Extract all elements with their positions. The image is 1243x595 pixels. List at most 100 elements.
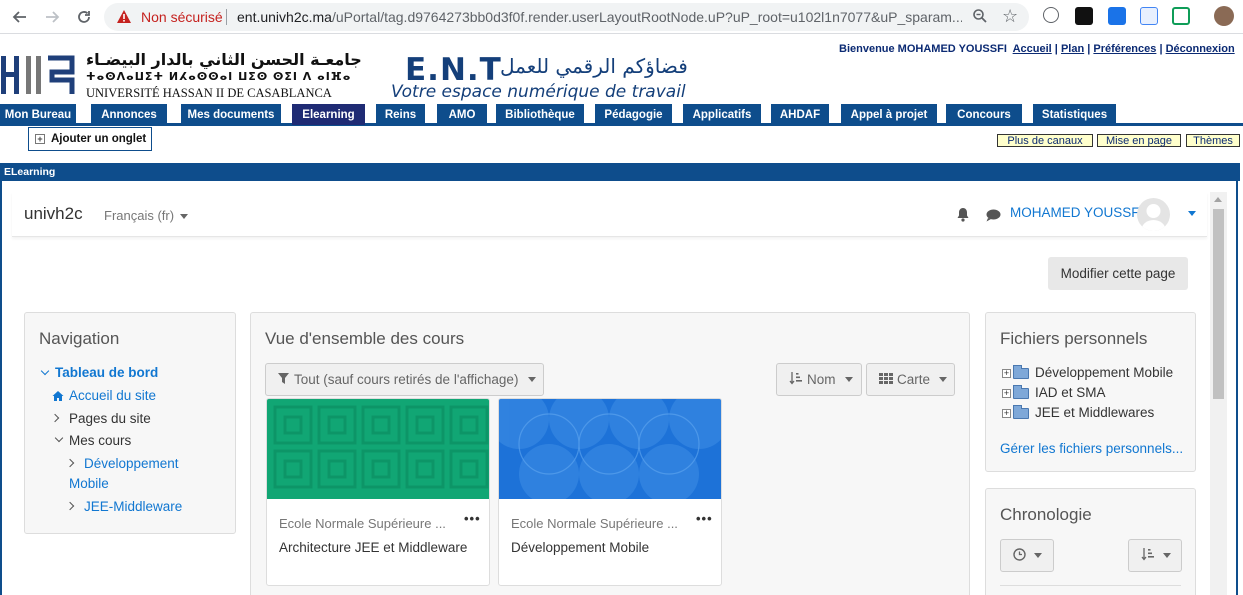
tab-bibliotheque[interactable]: Bibliothèque: [496, 104, 584, 125]
extension-doc-icon[interactable]: [1140, 7, 1158, 25]
extension-blue-icon[interactable]: [1108, 7, 1126, 25]
add-tab-button[interactable]: + Ajouter un onglet: [28, 127, 152, 151]
home-icon: [52, 389, 64, 407]
course-image[interactable]: [267, 399, 490, 499]
folder-icon: [1013, 384, 1029, 399]
file-folder-item[interactable]: + Développement Mobile: [1002, 364, 1173, 380]
scroll-thumb[interactable]: [1213, 209, 1224, 399]
welcome-bar: Bienvenue MOHAMED YOUSSFI Accueil | Plan…: [839, 43, 1235, 55]
tab-elearning[interactable]: Elearning: [292, 104, 365, 125]
more-channels-button[interactable]: Plus de canaux: [997, 134, 1093, 147]
bell-icon[interactable]: [956, 207, 970, 227]
view-dropdown[interactable]: Carte: [866, 363, 955, 396]
sort-icon: [1141, 547, 1155, 564]
sort-dropdown[interactable]: Nom: [776, 363, 862, 396]
scrollbar[interactable]: [1210, 192, 1227, 595]
navigation-title: Navigation: [39, 329, 120, 348]
clock-icon: [1013, 547, 1026, 564]
portal-tabs: Mon Bureau Annonces Mes documents Elearn…: [0, 104, 1243, 126]
user-name[interactable]: MOHAMED YOUSSFI: [1010, 205, 1143, 220]
course-filter-dropdown[interactable]: Tout (sauf cours retirés de l'affichage): [265, 363, 544, 396]
nav-my-courses[interactable]: Mes cours: [69, 433, 131, 448]
modify-page-button[interactable]: Modifier cette page: [1048, 257, 1188, 290]
tab-appel-a-projet[interactable]: Appel à projet: [841, 104, 937, 125]
link-accueil[interactable]: Accueil: [1013, 43, 1052, 55]
caret-down-icon: [844, 377, 853, 382]
nav-course-dev-mobile[interactable]: Développement: [84, 456, 179, 471]
tab-applicatifs[interactable]: Applicatifs: [683, 104, 761, 125]
security-label[interactable]: Non sécurisé: [141, 9, 223, 25]
course-title[interactable]: Architecture JEE et Middleware: [279, 538, 469, 558]
elearning-portlet: univh2c Français ‎(fr)‎ MOHAMED YOUSSFI …: [0, 181, 1238, 595]
language-selector[interactable]: Français ‎(fr)‎: [104, 208, 189, 223]
reload-icon[interactable]: [74, 7, 94, 27]
extension-circle-icon[interactable]: [1043, 7, 1059, 23]
user-menu-caret-icon[interactable]: [1188, 211, 1196, 216]
chevron-right-icon[interactable]: [65, 501, 75, 511]
browser-toolbar: Non sécurisé ent.univh2c.ma/uPortal/tag.…: [0, 0, 1243, 34]
navigation-block: Navigation Tableau de bord Accueil du si…: [24, 312, 236, 534]
bookmark-star-icon[interactable]: ☆: [1002, 6, 1018, 27]
tab-mon-bureau[interactable]: Mon Bureau: [0, 104, 76, 125]
forward-icon[interactable]: [42, 7, 62, 27]
manage-files-link[interactable]: Gérer les fichiers personnels...: [1000, 441, 1183, 456]
more-options-icon[interactable]: •••: [464, 511, 481, 526]
nav-course-dev-mobile-cont[interactable]: Mobile: [69, 476, 109, 491]
tab-statistiques[interactable]: Statistiques: [1033, 104, 1116, 125]
timeline-title: Chronologie: [1000, 505, 1092, 524]
tab-amo[interactable]: AMO: [437, 104, 487, 125]
file-folder-item[interactable]: + IAD et SMA: [1002, 384, 1106, 400]
chevron-right-icon[interactable]: [50, 413, 60, 423]
more-options-icon[interactable]: •••: [696, 511, 713, 526]
address-bar[interactable]: Non sécurisé ent.univh2c.ma/uPortal/tag.…: [104, 3, 1029, 31]
timeline-sort-dropdown[interactable]: [1128, 539, 1182, 572]
url-text[interactable]: ent.univh2c.ma/uPortal/tag.d9764273bb0d3…: [237, 9, 962, 25]
extension-dark-icon[interactable]: [1075, 7, 1093, 25]
scroll-up-icon[interactable]: [1214, 197, 1222, 202]
tab-ahdaf[interactable]: AHDAF: [771, 104, 829, 125]
folder-icon: [1013, 364, 1029, 379]
link-logout[interactable]: Déconnexion: [1166, 43, 1235, 55]
nav-site-pages[interactable]: Pages du site: [69, 411, 151, 426]
themes-button[interactable]: Thèmes: [1186, 134, 1240, 147]
timeline-divider: [1000, 585, 1181, 586]
welcome-text: Bienvenue MOHAMED YOUSSFI: [839, 43, 1007, 55]
nav-site-home[interactable]: Accueil du site: [69, 388, 156, 403]
course-card[interactable]: Ecole Normale Supérieure ... ••• Archite…: [266, 398, 490, 586]
site-brand[interactable]: univh2c: [24, 204, 83, 224]
extension-green-icon[interactable]: [1172, 7, 1190, 25]
uh2c-logo: [0, 52, 80, 105]
user-avatar[interactable]: [1137, 198, 1170, 231]
link-plan[interactable]: Plan: [1061, 43, 1084, 55]
plus-icon: +: [35, 134, 45, 144]
file-folder-item[interactable]: + JEE et Middlewares: [1002, 404, 1154, 420]
chevron-down-icon[interactable]: [54, 433, 64, 443]
link-preferences[interactable]: Préférences: [1093, 43, 1156, 55]
course-category: Ecole Normale Supérieure ...: [511, 516, 678, 531]
expand-icon[interactable]: +: [1002, 388, 1011, 398]
chevron-right-icon[interactable]: [65, 458, 75, 468]
back-icon[interactable]: [10, 7, 30, 27]
tab-pedagogie[interactable]: Pédagogie: [595, 104, 672, 125]
course-card[interactable]: Ecole Normale Supérieure ... ••• Dévelop…: [498, 398, 722, 586]
filter-icon: [278, 372, 289, 387]
course-title[interactable]: Développement Mobile: [511, 538, 701, 558]
caret-down-icon: [939, 377, 948, 382]
tab-concours[interactable]: Concours: [946, 104, 1022, 125]
course-image[interactable]: [499, 399, 722, 499]
nav-dashboard[interactable]: Tableau de bord: [55, 365, 158, 380]
expand-icon[interactable]: +: [1002, 368, 1011, 378]
tab-annonces[interactable]: Annonces: [91, 104, 167, 125]
zoom-icon[interactable]: [972, 8, 988, 29]
nav-course-jee[interactable]: JEE-Middleware: [84, 499, 182, 514]
chevron-down-icon[interactable]: [40, 366, 50, 376]
timeline-filter-dropdown[interactable]: [1000, 539, 1054, 572]
moodle-navbar: univh2c Français ‎(fr)‎ MOHAMED YOUSSFI: [12, 192, 1207, 237]
tab-mes-documents[interactable]: Mes documents: [181, 104, 281, 125]
profile-avatar-icon[interactable]: [1214, 6, 1234, 26]
warning-icon[interactable]: [116, 9, 132, 29]
expand-icon[interactable]: +: [1002, 408, 1011, 418]
tab-reins[interactable]: Reins: [376, 104, 425, 125]
layout-button[interactable]: Mise en page: [1097, 134, 1181, 147]
message-icon[interactable]: [986, 209, 1001, 227]
